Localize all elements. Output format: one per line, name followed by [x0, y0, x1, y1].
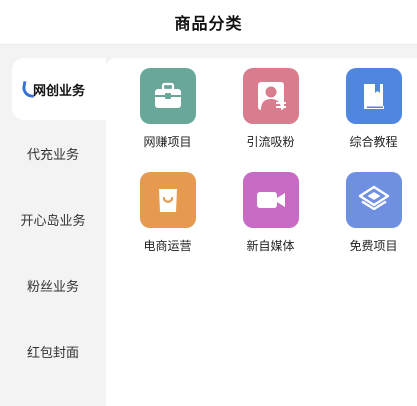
- category-grid: 网赚项目 引流吸粉 综合教程 电商运营 新自媒体 免费项目: [116, 68, 416, 254]
- category-icon-box: [345, 68, 402, 124]
- sidebar-item-label: 网创业务: [32, 83, 85, 99]
- category-tile-mianfei[interactable]: 免费项目: [322, 172, 417, 254]
- category-tile-wangzhuan[interactable]: 网赚项目: [116, 68, 219, 150]
- book-icon: [363, 84, 384, 109]
- sidebar-item-label: 粉丝业务: [26, 279, 79, 295]
- category-sidebar: 网创业务 代充业务 开心岛业务 粉丝业务 红包封面: [0, 58, 106, 406]
- category-tile-zonghe[interactable]: 综合教程: [322, 68, 417, 150]
- category-tile-yinliu[interactable]: 引流吸粉: [219, 68, 322, 150]
- category-label: 网赚项目: [143, 135, 192, 149]
- video-camera-icon: [256, 192, 285, 208]
- sidebar-item-label: 开心岛业务: [20, 213, 86, 229]
- app-root: 商品分类 网创业务 代充业务 开心岛业务 粉丝业务 红包封面 网赚项目 引流吸粉…: [0, 0, 417, 406]
- sidebar-item-hongbao[interactable]: 红包封面: [0, 318, 106, 384]
- category-icon-box: [242, 172, 299, 228]
- sidebar-item-daichong[interactable]: 代充业务: [0, 120, 106, 186]
- category-tile-zimeiti[interactable]: 新自媒体: [219, 172, 322, 254]
- shopping-bag-icon: [158, 189, 177, 212]
- category-label: 电商运营: [143, 239, 192, 253]
- sidebar-item-label: 红包封面: [26, 345, 79, 361]
- category-icon-box: [242, 68, 299, 124]
- category-content-panel: 网赚项目 引流吸粉 综合教程 电商运营 新自媒体 免费项目: [106, 58, 417, 406]
- active-indicator-icon: [20, 80, 37, 99]
- category-label: 免费项目: [349, 239, 398, 253]
- sidebar-item-wangchuang[interactable]: 网创业务: [12, 58, 106, 120]
- header-bar: 商品分类: [0, 0, 417, 45]
- category-icon-box: [345, 172, 402, 228]
- category-icon-box: [139, 68, 196, 124]
- sidebar-item-label: 代充业务: [26, 147, 79, 163]
- user-badge-icon: [257, 82, 286, 110]
- category-tile-dianshang[interactable]: 电商运营: [116, 172, 219, 254]
- category-icon-box: [139, 172, 196, 228]
- sidebar-item-kaixindao[interactable]: 开心岛业务: [0, 186, 106, 252]
- category-label: 新自媒体: [246, 239, 295, 253]
- category-label: 引流吸粉: [246, 135, 295, 149]
- sidebar-item-fensi[interactable]: 粉丝业务: [0, 252, 106, 318]
- page-title: 商品分类: [174, 14, 243, 33]
- category-label: 综合教程: [349, 135, 398, 149]
- briefcase-icon: [154, 82, 181, 108]
- layers-icon: [358, 185, 389, 211]
